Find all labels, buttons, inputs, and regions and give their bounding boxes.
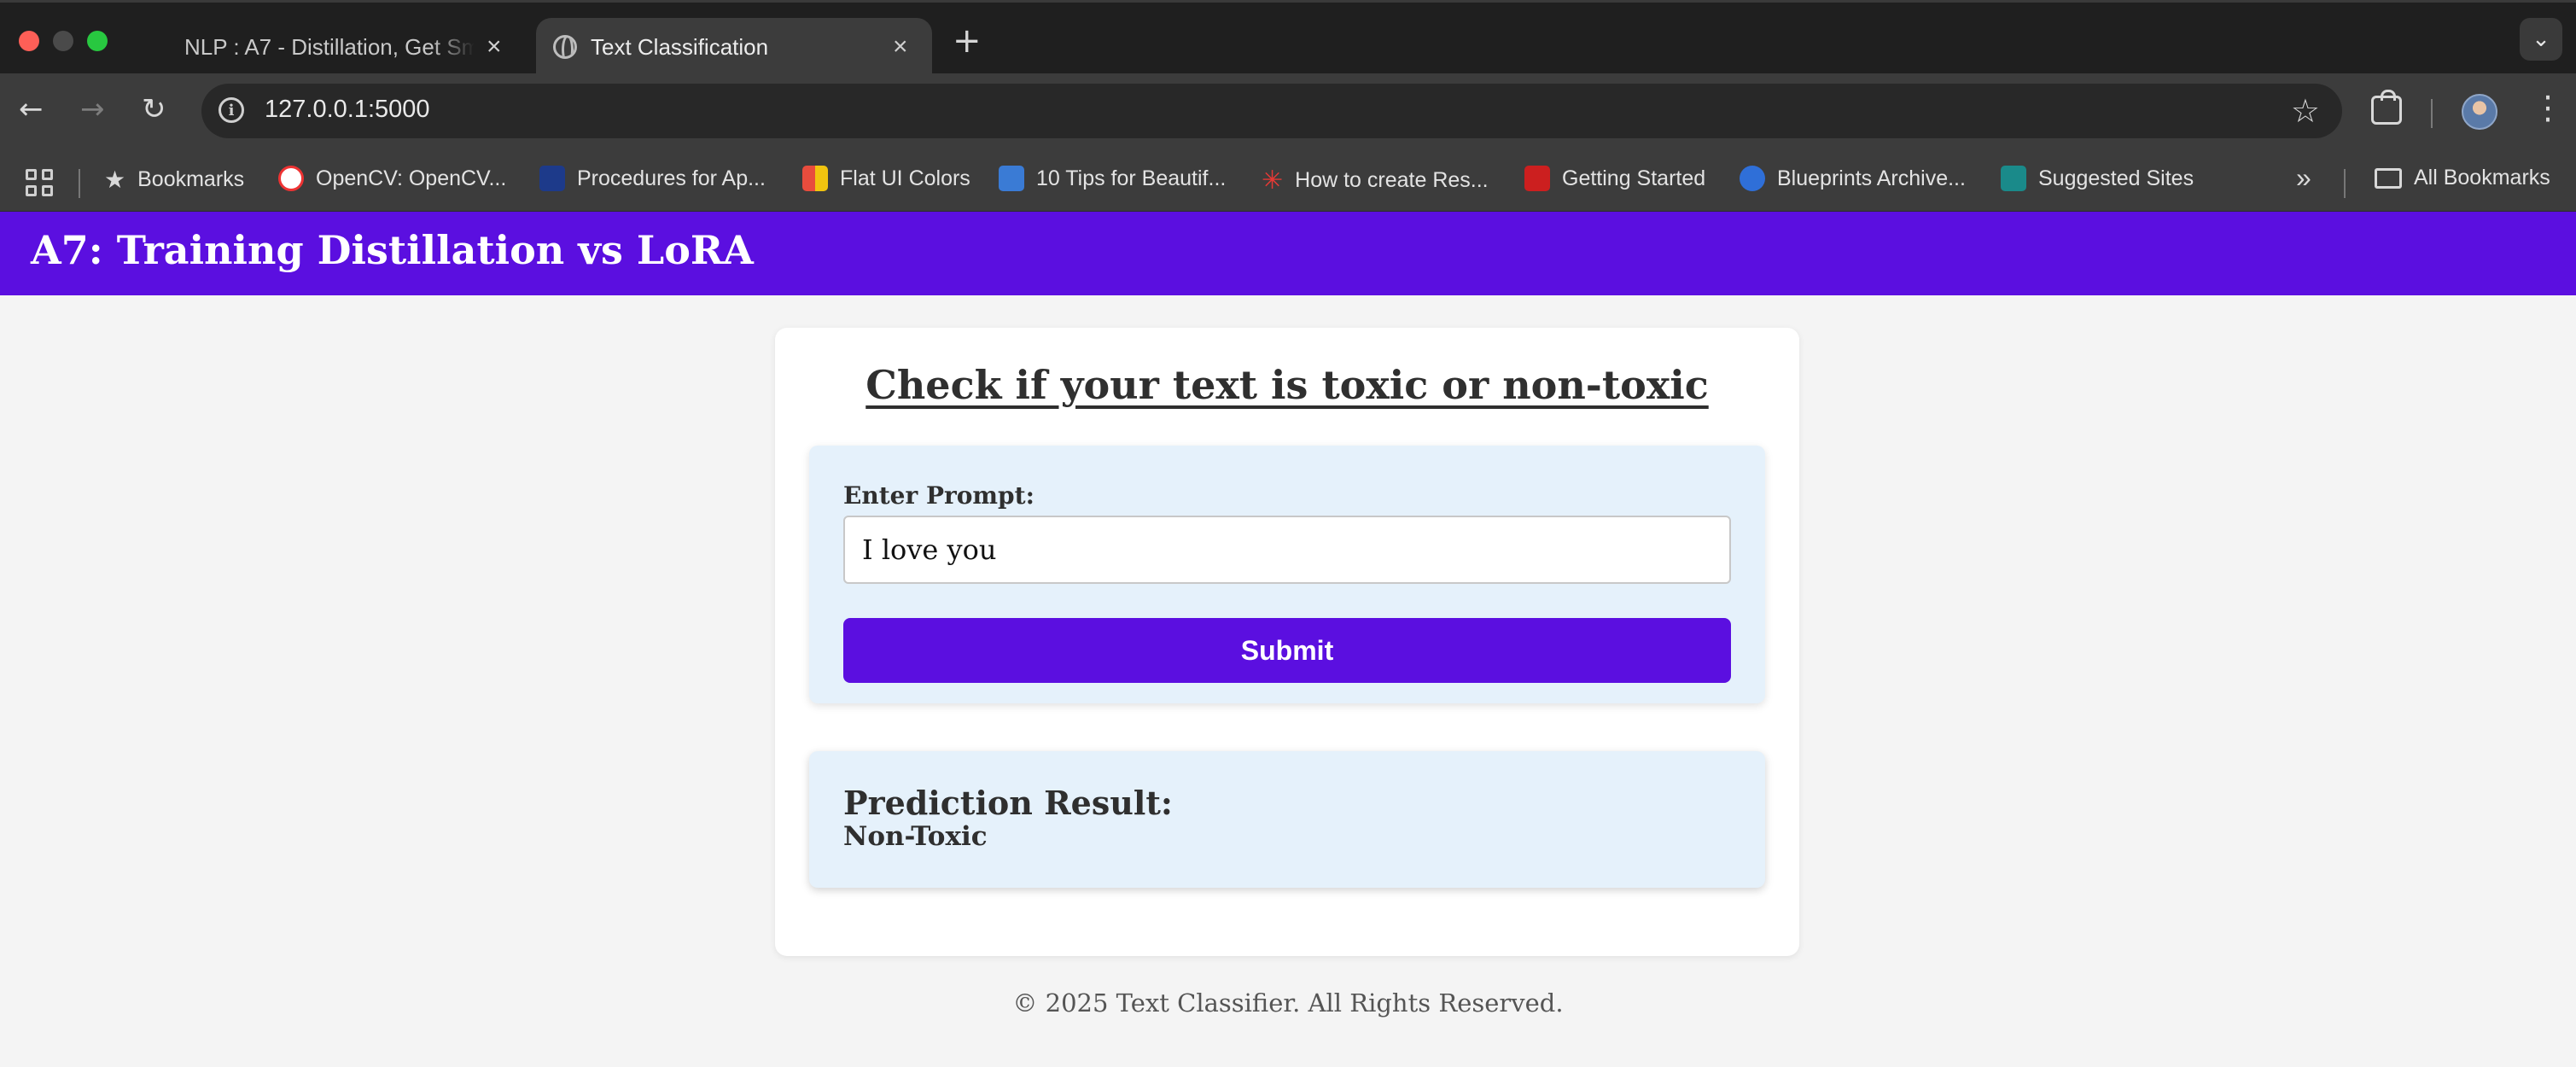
bookmarks-divider [79,169,80,198]
menu-icon[interactable]: ⋮ [2532,89,2564,126]
bookmark-label: How to create Res... [1295,168,1489,192]
close-icon[interactable]: × [893,32,908,61]
tab-search-button[interactable]: ⌄ [2520,18,2562,61]
prediction-result-panel: Prediction Result: Non-Toxic [809,751,1765,888]
profile-avatar[interactable] [2462,94,2497,130]
app-title: A7: Training Distillation vs LoRA [31,227,754,273]
new-tab-button[interactable]: + [953,21,982,61]
toolbar-divider [2431,99,2433,128]
prompt-form: Enter Prompt: Submit [809,446,1765,703]
close-icon[interactable]: × [487,32,502,61]
bookmarks-bar: ★ Bookmarks OpenCV: OpenCV... Procedures… [0,150,2576,212]
spark-icon: ✳ [1262,166,1284,195]
chevron-down-icon: ⌄ [2532,26,2550,52]
bookmark-label: Blueprints Archive... [1777,166,1966,190]
all-bookmarks-label: All Bookmarks [2414,166,2550,189]
bookmark-item[interactable]: Getting Started [1524,166,1705,191]
url-text[interactable]: 127.0.0.1:5000 [265,96,430,124]
prediction-value: Non-Toxic [843,821,988,852]
drop-icon [1740,166,1765,191]
bookmark-item[interactable]: Suggested Sites [2001,166,2194,191]
classifier-card: Check if your text is toxic or non-toxic… [775,328,1799,956]
tab-title: Text Classification [591,33,769,60]
footer-text: © 2025 Text Classifier. All Rights Reser… [1012,988,1564,1017]
maximize-window-button[interactable] [87,31,108,51]
apps-grid-icon[interactable] [26,169,53,196]
bookmark-item[interactable]: Flat UI Colors [802,166,970,191]
page-title: Check if your text is toxic or non-toxic [865,362,1709,408]
minimize-window-button[interactable] [53,31,73,51]
bookmark-item[interactable]: ★ Bookmarks [104,166,244,194]
bookmarks-divider [2344,169,2346,198]
bookmark-label: Flat UI Colors [840,166,970,190]
bookmark-item[interactable]: Blueprints Archive... [1740,166,1966,191]
globe-icon [553,35,577,59]
extensions-icon[interactable] [2371,90,2402,125]
prompt-label: Enter Prompt: [843,481,1034,510]
bing-icon [2001,166,2026,191]
close-window-button[interactable] [19,31,39,51]
reload-button[interactable]: ↻ [142,92,166,126]
bookmark-label: OpenCV: OpenCV... [316,166,507,190]
browser-tab-bar: NLP : A7 - Distillation, Get Sm × Text C… [0,0,2576,76]
browser-toolbar: ← → ↻ i 127.0.0.1:5000 ☆ ⋮ [0,73,2576,150]
bookmark-label: 10 Tips for Beautif... [1036,166,1227,190]
tab-title: NLP : A7 - Distillation, Get Sm [184,33,475,60]
bookmark-label: Bookmarks [137,167,245,191]
bookmark-label: Suggested Sites [2038,166,2194,190]
bookmark-label: Getting Started [1562,166,1706,190]
bookmark-item[interactable]: Procedures for Ap... [539,166,766,191]
back-button[interactable]: ← [19,92,44,126]
bookmark-item[interactable]: 10 Tips for Beautif... [999,166,1226,191]
db-icon [999,166,1024,191]
all-bookmarks-button[interactable]: All Bookmarks [2375,166,2550,190]
prompt-input[interactable] [843,516,1731,584]
tab-text-classification[interactable]: Text Classification × [536,18,932,76]
bookmark-item[interactable]: OpenCV: OpenCV... [278,166,506,191]
prediction-label: Prediction Result: [843,784,1173,822]
tab-nlp-a7[interactable]: NLP : A7 - Distillation, Get Sm × [154,18,529,76]
redhat-icon [1524,166,1550,191]
address-bar[interactable]: i 127.0.0.1:5000 ☆ [201,84,2342,138]
bookmarks-overflow-button[interactable]: » [2296,162,2311,194]
opencv-icon [278,166,304,191]
folder-icon [2375,167,2402,189]
site-info-icon[interactable]: i [219,97,244,123]
star-icon: ★ [104,166,126,193]
flatui-icon [802,166,828,191]
forward-button[interactable]: → [80,92,105,126]
app-header: A7: Training Distillation vs LoRA [0,212,2576,295]
bookmark-star-icon[interactable]: ☆ [2291,92,2320,130]
bookmark-item[interactable]: ✳ How to create Res... [1262,166,1489,195]
adb-icon [539,166,565,191]
bookmark-label: Procedures for Ap... [577,166,766,190]
submit-button[interactable]: Submit [843,618,1731,683]
